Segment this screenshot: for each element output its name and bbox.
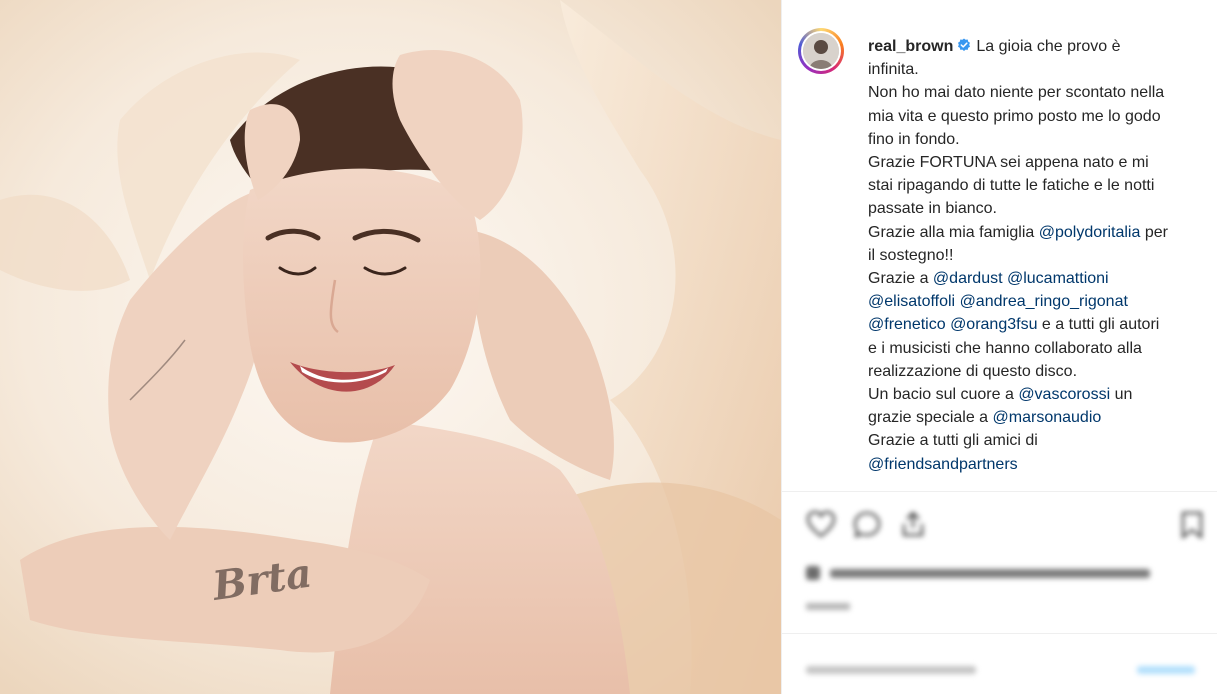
caption-line: fino in fondo. [868,130,960,148]
caption-line: e i musicisti che hanno collaborato alla [868,339,1142,357]
mention-link[interactable]: @friendsandpartners [868,456,1018,473]
mention-link[interactable]: @lucamattioni [1007,270,1109,287]
caption-line: @elisatoffoli @andrea_ringo_rigonat [868,290,1198,313]
post-photo[interactable]: Brta [0,0,781,694]
portrait-image: Brta [0,0,781,694]
avatar-photo [803,33,839,69]
action-bar [806,510,1206,550]
caption-line: Grazie a @dardust @lucamattioni [868,267,1198,290]
mention-link[interactable]: @orang3fsu [950,316,1037,333]
comment-bar [782,640,1217,694]
mention-link[interactable]: @elisatoffoli [868,293,955,310]
caption-text: La gioia che provo è [976,38,1121,55]
username-link[interactable]: real_brown [868,38,953,55]
caption-text: Grazie alla mia famiglia [868,223,1035,241]
caption-line: stai ripagando di tutte le fatiche e le … [868,177,1155,195]
section-divider [782,491,1217,492]
caption-text: per [1144,223,1168,241]
avatar-frame [801,31,841,71]
share-icon[interactable] [898,510,928,538]
likes-placeholder [806,566,1150,580]
caption-line: passate in bianco. [868,200,997,218]
caption-line: grazie speciale a @marsonaudio [868,406,1198,429]
heart-icon[interactable] [806,510,836,538]
post-sidebar: real_brown La gioia che provo è infinita.… [781,0,1217,694]
avatar-image [803,33,839,69]
caption-line: il sostegno!! [868,246,954,264]
mention-link[interactable]: @andrea_ringo_rigonat [960,293,1128,310]
caption-line: Grazie alla mia famiglia @polydoritalia … [868,221,1198,244]
caption-line: realizzazione di questo disco. [868,362,1078,380]
mention-link[interactable]: @polydoritalia [1039,224,1141,241]
comment-input[interactable] [806,664,986,676]
post-timestamp [806,600,866,614]
caption-text: Un bacio sul cuore a [868,386,1014,404]
caption-line: Grazie a tutti gli amici di [868,432,1038,450]
caption-text: grazie speciale a [868,409,989,427]
caption-line: Non ho mai dato niente per scontato nell… [868,84,1165,102]
section-divider [782,633,1217,634]
mention-link[interactable]: @marsonaudio [993,409,1102,426]
comment-icon[interactable] [852,510,882,538]
publish-button[interactable] [1137,664,1197,676]
mention-link[interactable]: @vascorossi [1018,386,1110,403]
post-caption: real_brown La gioia che provo è infinita.… [868,35,1198,476]
avatar[interactable] [798,28,844,74]
caption-line: mia vita e questo primo posto me lo godo [868,107,1161,125]
caption-line: Un bacio sul cuore a @vascorossi un [868,383,1198,406]
caption-text: e a tutti gli autori [1041,316,1160,334]
verified-badge-icon [958,38,971,51]
caption-line: @frenetico @orang3fsu e a tutti gli auto… [868,313,1198,336]
caption-text: un [1114,386,1133,404]
bookmark-icon[interactable] [1178,510,1206,540]
mention-link[interactable]: @dardust [933,270,1003,287]
timestamp-placeholder [806,603,850,610]
caption-line: @friendsandpartners [868,453,1198,476]
mention-link[interactable]: @frenetico [868,316,946,333]
caption-line: infinita. [868,61,919,79]
likes-summary[interactable] [806,562,1186,584]
caption-text: Grazie a [868,270,929,288]
caption-line: real_brown La gioia che provo è [868,35,1198,58]
caption-line: Grazie FORTUNA sei appena nato e mi [868,154,1149,172]
